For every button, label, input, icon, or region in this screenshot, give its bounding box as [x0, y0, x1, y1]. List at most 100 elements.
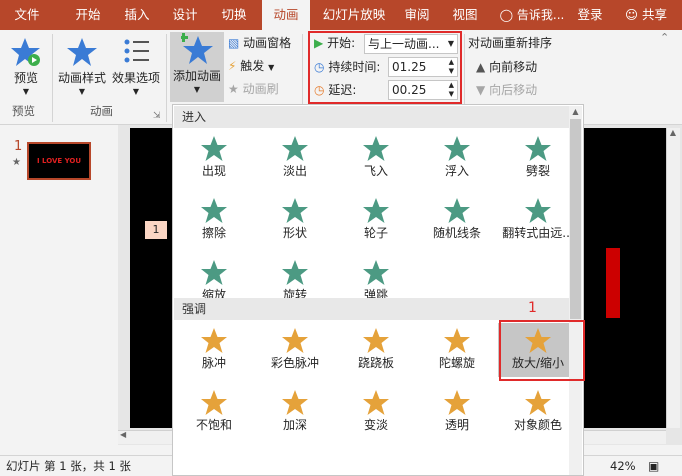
down-arrow-icon: ▼: [476, 83, 486, 97]
tab-home[interactable]: 开始: [66, 0, 110, 30]
animation-indicator-star-icon: ★: [12, 157, 21, 168]
emphasis-effect-item[interactable]: 脉冲: [174, 323, 254, 377]
emphasis-effect-item[interactable]: 对象颜色: [498, 385, 578, 439]
emphasis-effect-item[interactable]: 透明: [417, 385, 497, 439]
emphasis-star-icon: [363, 390, 389, 415]
emphasis-effect-label: 对象颜色: [513, 418, 562, 432]
tell-me-box[interactable]: ◯ 告诉我...: [498, 0, 566, 30]
login-button[interactable]: 登录: [573, 0, 607, 30]
ribbon-tab-bar: 文件 开始 插入 设计 切换 动画 幻灯片放映 审阅 视图 ◯ 告诉我... 登…: [0, 0, 682, 30]
gallery-scroll-up-icon[interactable]: ▲: [569, 107, 582, 116]
entrance-effect-item[interactable]: 劈裂: [498, 131, 578, 185]
emphasis-star-icon: [201, 390, 227, 415]
collapse-ribbon-icon[interactable]: ⌃: [660, 30, 669, 46]
separator: [52, 34, 53, 122]
section-header-entrance: 进入: [174, 106, 582, 128]
slide-thumbnail[interactable]: I LOVE YOU: [27, 142, 91, 180]
emphasis-star-icon: [282, 390, 308, 415]
entrance-star-icon: [525, 136, 551, 161]
star-icon: [67, 38, 97, 66]
emphasis-effect-label: 陀螺旋: [438, 356, 475, 370]
emphasis-star-icon: [363, 328, 389, 353]
tab-file[interactable]: 文件: [4, 0, 50, 30]
emphasis-star-icon: [444, 328, 470, 353]
entrance-star-icon: [201, 260, 227, 285]
emphasis-effect-item[interactable]: 变淡: [336, 385, 416, 439]
emphasis-effect-item[interactable]: 跷跷板: [336, 323, 416, 377]
list-options-icon: [124, 39, 149, 63]
separator: [166, 34, 167, 122]
entrance-effect-label: 轮子: [363, 226, 388, 240]
highlight-box-timing: [308, 31, 462, 104]
emphasis-effect-label: 透明: [444, 418, 469, 432]
entrance-effect-item[interactable]: 浮入: [417, 131, 497, 185]
animation-painter-button[interactable]: ★ 动画刷: [228, 81, 279, 97]
emphasis-effect-label: 加深: [282, 418, 307, 432]
slide-text-fragment: [606, 248, 620, 318]
dialog-launcher-icon[interactable]: ⇲: [153, 108, 161, 124]
painter-star-icon: ★: [228, 82, 239, 96]
lightning-icon: ⚡: [228, 59, 237, 73]
animation-pane-button[interactable]: ▧ 动画窗格: [228, 35, 291, 51]
move-earlier-button[interactable]: ▲ 向前移动: [476, 59, 537, 75]
entrance-effect-label: 擦除: [201, 226, 226, 240]
entrance-star-icon: [282, 198, 308, 223]
entrance-star-icon: [282, 260, 308, 285]
animation-styles-button[interactable]: 动画样式 ▼: [56, 36, 108, 99]
entrance-star-icon: [201, 198, 227, 223]
trigger-button[interactable]: ⚡ 触发 ▼: [228, 58, 274, 76]
scroll-left-icon[interactable]: ◀: [120, 430, 126, 439]
emphasis-effect-label: 跷跷板: [357, 356, 394, 370]
add-star-icon: [179, 33, 213, 64]
entrance-effect-label: 形状: [282, 226, 307, 240]
entrance-effect-item[interactable]: 擦除: [174, 193, 254, 247]
scroll-up-icon[interactable]: ▲: [666, 128, 680, 137]
entrance-effect-item[interactable]: 出现: [174, 131, 254, 185]
emphasis-effect-label: 脉冲: [201, 356, 226, 370]
tab-insert[interactable]: 插入: [116, 0, 158, 30]
emphasis-star-icon: [444, 390, 470, 415]
entrance-effect-item[interactable]: 轮子: [336, 193, 416, 247]
entrance-star-icon: [525, 198, 551, 223]
animation-order-tag[interactable]: 1: [145, 221, 167, 239]
tab-transitions[interactable]: 切换: [212, 0, 256, 30]
entrance-effect-item[interactable]: 形状: [255, 193, 335, 247]
entrance-effect-item[interactable]: 翻转式由远...: [498, 193, 578, 247]
move-later-button[interactable]: ▼ 向后移动: [476, 82, 537, 98]
emphasis-effect-item[interactable]: 不饱和: [174, 385, 254, 439]
tab-review[interactable]: 审阅: [397, 0, 437, 30]
up-arrow-icon: ▲: [476, 60, 486, 74]
effect-options-button[interactable]: 效果选项 ▼: [110, 36, 162, 99]
entrance-effect-item[interactable]: 随机线条: [417, 193, 497, 247]
preview-button[interactable]: 预览 ▼: [6, 36, 46, 99]
user-icon: ☺: [624, 7, 639, 22]
entrance-effect-label: 出现: [201, 164, 226, 178]
entrance-effect-label: 淡出: [282, 164, 307, 178]
entrance-star-icon: [201, 136, 227, 161]
annotation-number-1: 1: [528, 300, 537, 316]
entrance-star-icon: [444, 198, 470, 223]
group-label-preview: 预览: [12, 104, 35, 118]
slide-count-text: 幻灯片 第 1 张，共 1 张: [6, 459, 131, 473]
group-label-animation: 动画: [90, 104, 113, 118]
emphasis-effect-item[interactable]: 彩色脉冲: [255, 323, 335, 377]
zoom-level[interactable]: 42%: [610, 456, 636, 476]
emphasis-effect-label: 不饱和: [195, 418, 232, 432]
tab-view[interactable]: 视图: [443, 0, 487, 30]
entrance-effect-item[interactable]: 飞入: [336, 131, 416, 185]
gallery-scroll-thumb[interactable]: [570, 119, 581, 319]
emphasis-star-icon: [282, 328, 308, 353]
vertical-scrollbar[interactable]: [666, 128, 680, 428]
entrance-effect-item[interactable]: 淡出: [255, 131, 335, 185]
add-animation-button[interactable]: 添加动画 ▼: [170, 32, 224, 102]
fit-slide-icon[interactable]: ▣: [648, 456, 659, 476]
tab-slideshow[interactable]: 幻灯片放映: [315, 0, 393, 30]
emphasis-effect-item[interactable]: 加深: [255, 385, 335, 439]
entrance-star-icon: [363, 198, 389, 223]
tab-design[interactable]: 设计: [164, 0, 206, 30]
emphasis-effect-item[interactable]: 陀螺旋: [417, 323, 497, 377]
preview-star-icon: [11, 38, 40, 66]
entrance-star-icon: [363, 136, 389, 161]
tab-animations[interactable]: 动画: [262, 0, 310, 30]
share-button[interactable]: ☺ 共享: [612, 0, 680, 30]
